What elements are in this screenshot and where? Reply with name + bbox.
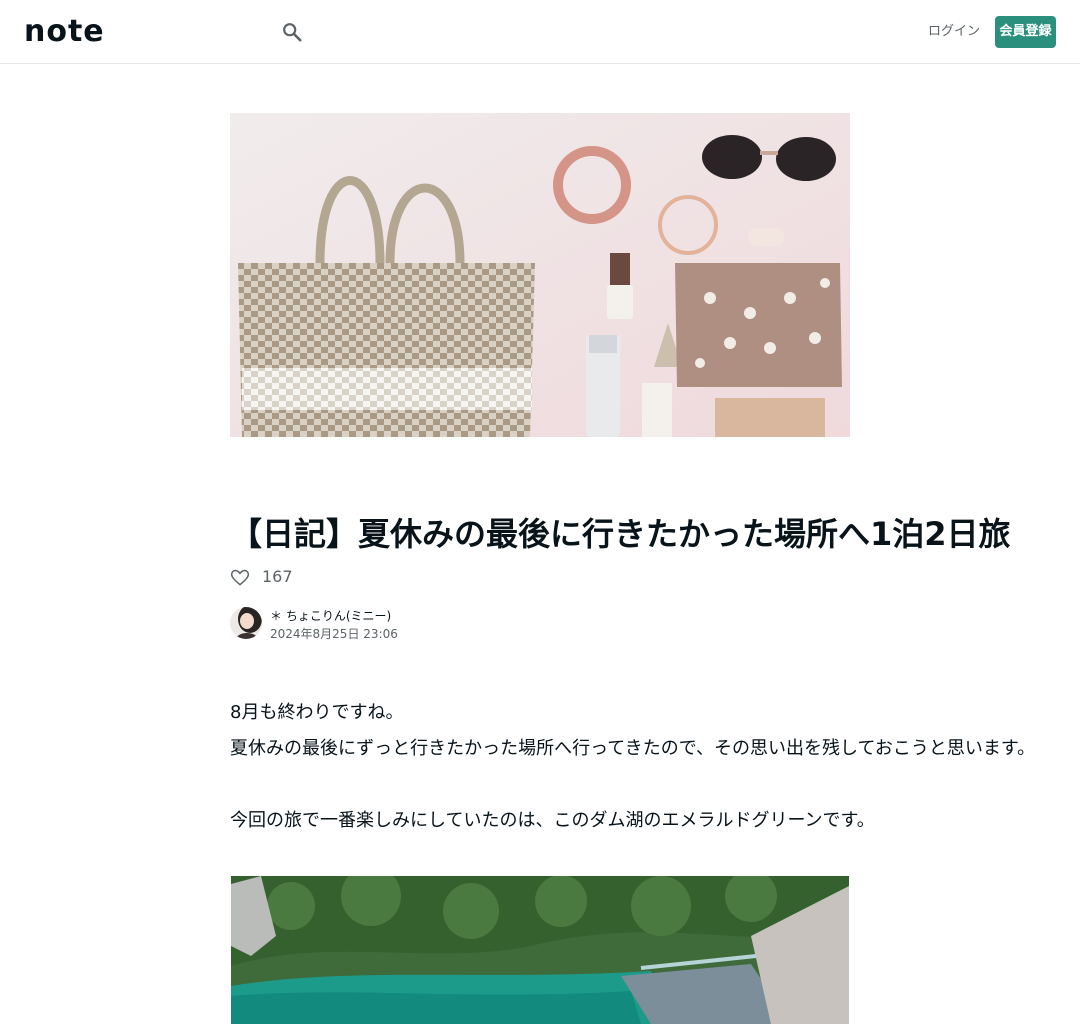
- lake-photo: [231, 876, 849, 1024]
- site-header: note ログイン 会員登録: [0, 0, 1080, 64]
- publish-date: 2024年8月25日 23:06: [270, 627, 398, 641]
- article-title: 【日記】夏休みの最後に行きたかった場所へ1泊2日旅: [230, 515, 1011, 553]
- author-name[interactable]: ＊ ちょこりん(ミニー): [270, 607, 391, 625]
- body-paragraph: 8月も終わりですね。: [230, 702, 404, 723]
- hero-image: [230, 113, 850, 437]
- search-icon[interactable]: [281, 21, 303, 43]
- like-count: 167: [262, 567, 293, 586]
- signup-button[interactable]: 会員登録: [995, 16, 1056, 48]
- login-link[interactable]: ログイン: [928, 22, 980, 42]
- note-logo[interactable]: note: [24, 14, 105, 50]
- avatar[interactable]: [230, 607, 262, 639]
- body-paragraph: 夏休みの最後にずっと行きたかった場所へ行ってきたので、その思い出を残しておこうと…: [230, 738, 1036, 759]
- heart-icon[interactable]: [230, 568, 250, 588]
- body-paragraph: 今回の旅で一番楽しみにしていたのは、このダム湖のエメラルドグリーンです。: [230, 810, 875, 831]
